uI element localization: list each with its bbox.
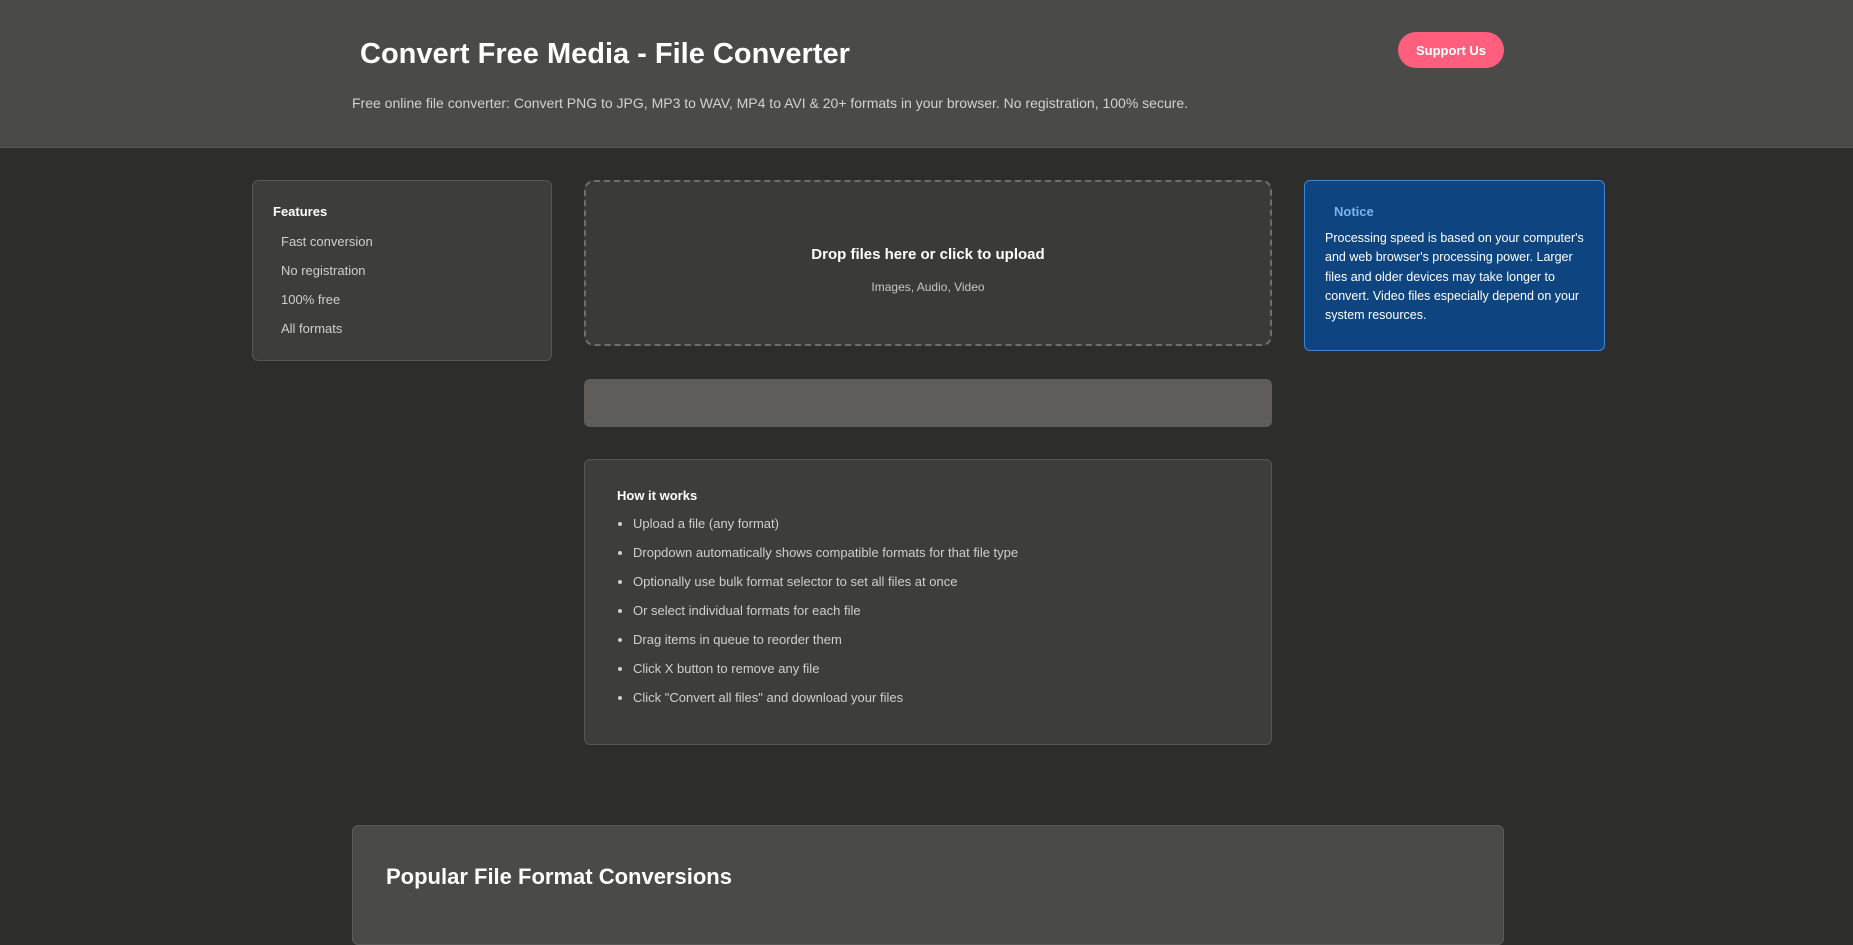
features-card: Features Fast conversion No registration…	[252, 180, 552, 361]
how-it-works-list: Upload a file (any format) Dropdown auto…	[617, 515, 1239, 718]
how-it-works-step: Upload a file (any format)	[633, 515, 1239, 544]
notice-title: Notice	[1334, 204, 1374, 219]
site-header: Convert Free Media - File Converter Free…	[0, 0, 1853, 148]
popular-conversions-title: Popular File Format Conversions	[386, 864, 732, 889]
feature-item: All formats	[281, 321, 343, 336]
popular-conversions-card: Popular File Format Conversions	[352, 825, 1504, 945]
features-heading: Features	[273, 204, 328, 219]
notice-text: Processing speed is based on your comput…	[1325, 231, 1584, 323]
support-us-button[interactable]: Support Us	[1398, 32, 1504, 68]
page-subtitle: Free online file converter: Convert PNG …	[352, 95, 1189, 111]
how-it-works-step: Or select individual formats for each fi…	[633, 602, 1239, 631]
feature-item: No registration	[281, 263, 366, 278]
drop-zone-subtitle: Images, Audio, Video	[871, 280, 985, 294]
how-it-works-step: Optionally use bulk format selector to s…	[633, 573, 1239, 602]
how-it-works-step: Dropdown automatically shows compatible …	[633, 544, 1239, 573]
feature-item: Fast conversion	[281, 234, 373, 249]
how-it-works-step: Click X button to remove any file	[633, 660, 1239, 689]
how-it-works-step: Click "Convert all files" and download y…	[633, 689, 1239, 718]
notice-card: Notice Processing speed is based on your…	[1304, 180, 1605, 351]
features-list: Fast conversion No registration 100% fre…	[273, 233, 531, 349]
file-drop-zone[interactable]: Drop files here or click to upload Image…	[584, 180, 1272, 346]
how-it-works-card: How it works Upload a file (any format) …	[584, 459, 1272, 745]
file-queue-bar	[584, 379, 1272, 427]
how-it-works-step: Drag items in queue to reorder them	[633, 631, 1239, 660]
how-it-works-heading: How it works	[617, 488, 698, 503]
feature-item: 100% free	[281, 292, 341, 307]
drop-zone-title: Drop files here or click to upload	[811, 246, 1045, 263]
page-title: Convert Free Media - File Converter	[360, 38, 850, 70]
